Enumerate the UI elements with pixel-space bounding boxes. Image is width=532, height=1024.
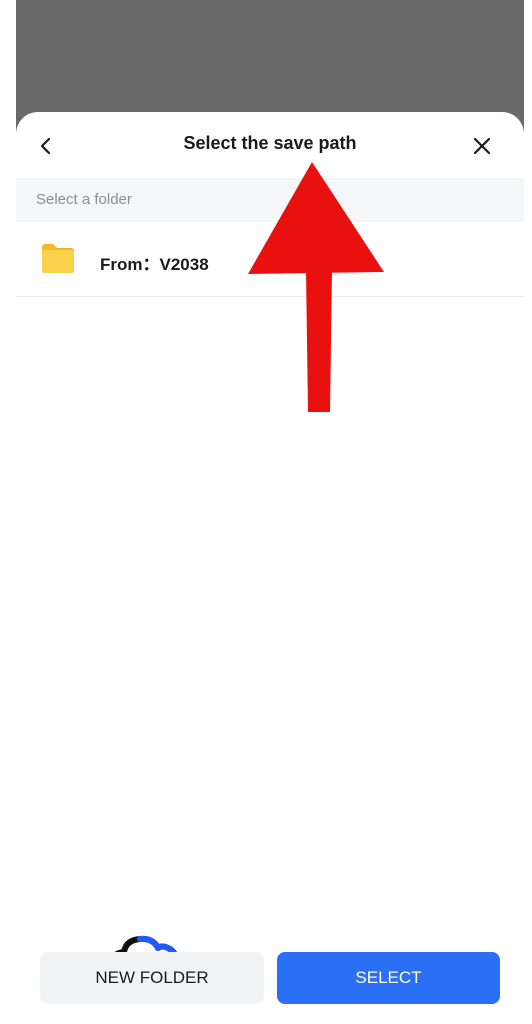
folder-name: From：V2038 (100, 255, 209, 274)
left-edge (0, 0, 16, 1024)
red-arrow-up-icon (248, 162, 384, 412)
select-button[interactable]: SELECT (277, 952, 500, 1004)
folder-icon (42, 244, 74, 273)
screen: Select the save path Select a folder Fro… (0, 0, 532, 1024)
close-button[interactable] (468, 132, 496, 160)
new-folder-button[interactable]: NEW FOLDER (40, 952, 264, 1004)
close-icon (473, 137, 491, 155)
right-edge (524, 0, 532, 1024)
breadcrumb-label: Select a folder (36, 191, 132, 208)
page-title: Select the save path (183, 133, 357, 153)
